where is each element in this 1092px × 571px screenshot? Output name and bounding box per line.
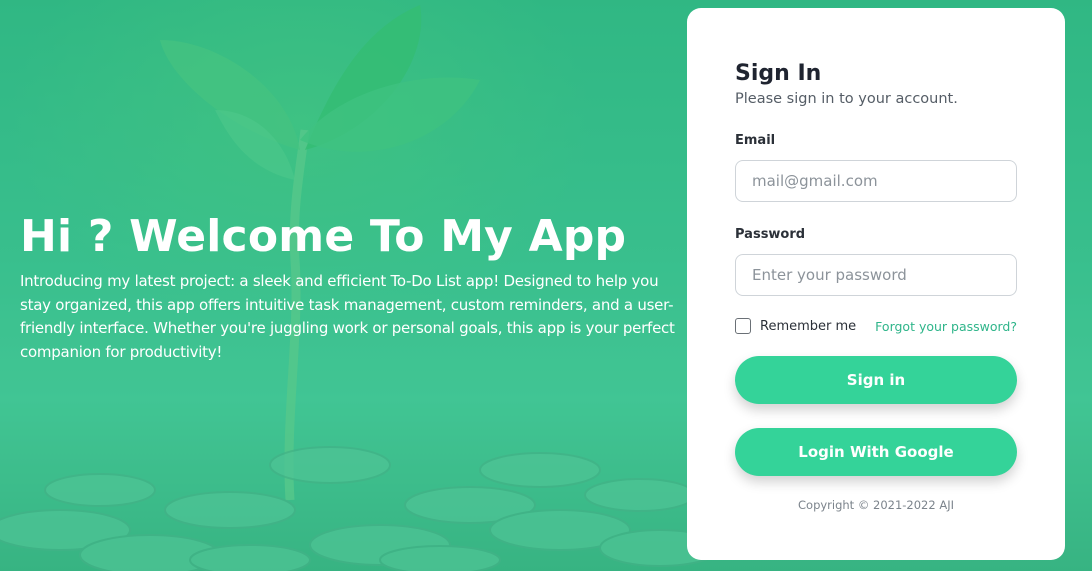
signin-card: Sign In Please sign in to your account. …: [687, 8, 1065, 560]
signin-button[interactable]: Sign in: [735, 356, 1017, 404]
hero-description: Introducing my latest project: a sleek a…: [20, 272, 675, 361]
hero-text: Hi ? Welcome To My App Introducing my la…: [20, 208, 685, 364]
google-login-button[interactable]: Login With Google: [735, 428, 1017, 476]
remember-checkbox[interactable]: [735, 318, 751, 334]
hero-title: Hi ? Welcome To My App: [20, 211, 627, 262]
copyright-text: Copyright © 2021-2022 AJI: [798, 498, 954, 512]
password-field[interactable]: [735, 254, 1017, 296]
forgot-password-link[interactable]: Forgot your password?: [875, 319, 1017, 334]
signin-title: Sign In: [735, 61, 822, 86]
email-label: Email: [735, 133, 776, 148]
password-label: Password: [735, 227, 806, 242]
remember-label: Remember me: [760, 318, 857, 334]
email-field[interactable]: [735, 160, 1017, 202]
signin-subtitle: Please sign in to your account.: [735, 91, 958, 107]
remember-me[interactable]: Remember me: [735, 318, 856, 334]
